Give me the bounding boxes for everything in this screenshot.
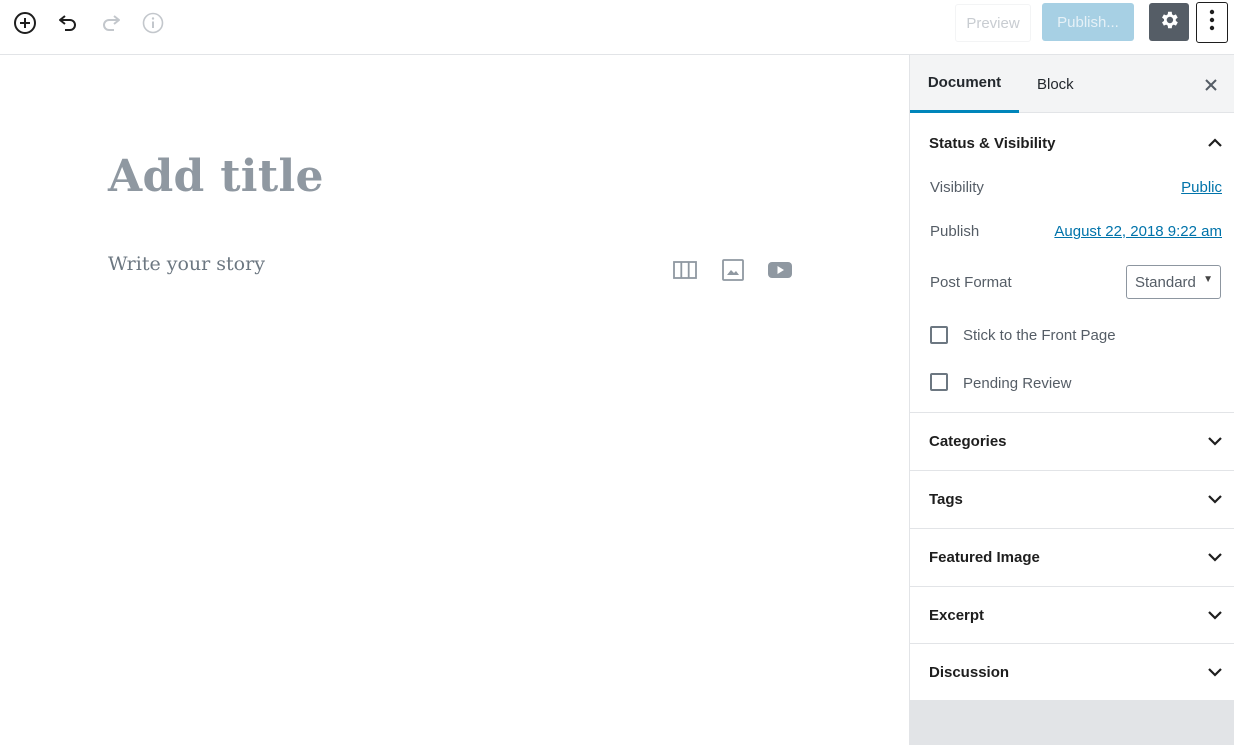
panel-title: Tags <box>929 491 963 508</box>
panel-excerpt[interactable]: Excerpt <box>910 587 1234 643</box>
settings-button[interactable] <box>1149 3 1189 41</box>
post-format-select[interactable]: Standard ▼ <box>1126 265 1221 299</box>
panel-featured-image[interactable]: Featured Image <box>910 529 1234 586</box>
more-vertical-icon <box>1209 8 1215 37</box>
panel-title: Featured Image <box>929 549 1040 566</box>
chevron-down-icon <box>1208 495 1222 504</box>
stick-to-front-checkbox[interactable] <box>930 326 948 344</box>
close-icon[interactable] <box>1201 75 1221 95</box>
stick-to-front-label: Stick to the Front Page <box>963 327 1116 344</box>
tab-document[interactable]: Document <box>910 55 1019 113</box>
panel-title: Discussion <box>929 663 1010 681</box>
pending-review-label: Pending Review <box>963 375 1072 392</box>
publish-button[interactable]: Publish... <box>1042 3 1134 41</box>
chevron-up-icon <box>1208 138 1222 147</box>
panel-categories[interactable]: Categories <box>910 413 1234 470</box>
panel-discussion[interactable]: Discussion <box>910 644 1234 700</box>
publish-date-link[interactable]: August 22, 2018 9:22 am <box>1054 223 1222 240</box>
panel-status-visibility[interactable]: Status & Visibility <box>910 113 1234 173</box>
sidebar-panels: Document Block Status & Visibility Visib… <box>910 55 1234 700</box>
post-format-value: Standard <box>1135 273 1196 291</box>
panel-tags[interactable]: Tags <box>910 471 1234 528</box>
chevron-down-icon <box>1208 553 1222 562</box>
video-icon[interactable] <box>766 256 794 284</box>
sidebar-tabs: Document Block <box>910 55 1234 113</box>
post-format-label: Post Format <box>930 274 1012 291</box>
gear-icon <box>1158 9 1180 36</box>
columns-icon[interactable] <box>671 256 699 284</box>
editor-toolbar: Preview Publish... <box>0 0 1234 55</box>
post-body-placeholder[interactable]: Write your story <box>108 253 265 275</box>
editor-canvas: Add title Write your story <box>0 55 909 745</box>
preview-button[interactable]: Preview <box>955 4 1031 42</box>
panel-title: Status & Visibility <box>929 134 1056 152</box>
panel-title: Categories <box>929 433 1007 450</box>
caret-down-icon: ▼ <box>1203 274 1213 285</box>
more-options-button[interactable] <box>1196 2 1228 43</box>
visibility-label: Visibility <box>930 179 984 196</box>
info-icon[interactable] <box>138 8 168 38</box>
undo-icon[interactable] <box>53 8 83 38</box>
chevron-down-icon <box>1208 668 1222 677</box>
publish-label: Publish <box>930 223 980 240</box>
panel-title: Excerpt <box>929 606 985 624</box>
pending-review-checkbox[interactable] <box>930 373 948 391</box>
tab-block[interactable]: Block <box>1037 55 1074 113</box>
settings-sidebar: Document Block Status & Visibility Visib… <box>909 55 1234 745</box>
visibility-link[interactable]: Public <box>1181 179 1222 196</box>
chevron-down-icon <box>1208 611 1222 620</box>
image-icon[interactable] <box>719 256 747 284</box>
post-title-input[interactable]: Add title <box>108 151 324 202</box>
chevron-down-icon <box>1208 437 1222 446</box>
add-block-icon[interactable] <box>10 8 40 38</box>
redo-icon[interactable] <box>96 8 126 38</box>
